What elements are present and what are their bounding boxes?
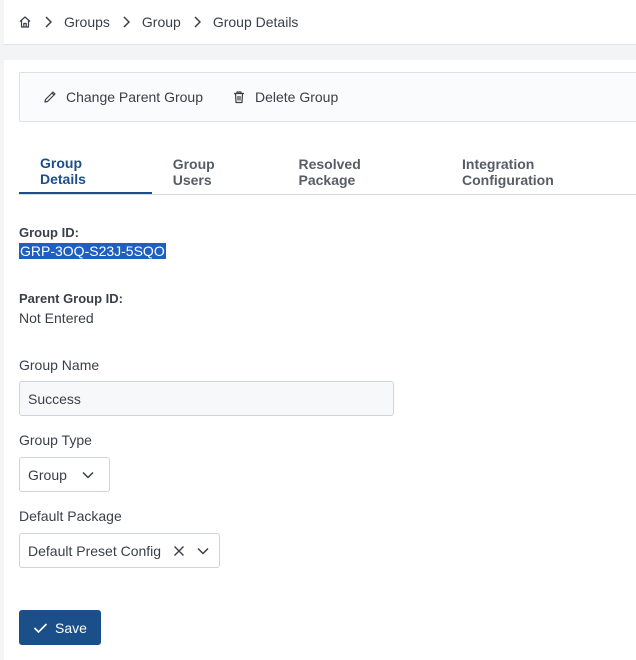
chevron-right-icon [122, 16, 130, 28]
parent-group-id-value: Not Entered [19, 310, 94, 326]
group-id-value: GRP-3OQ-S23J-5SQO [19, 243, 166, 259]
change-parent-group-label: Change Parent Group [66, 89, 203, 105]
tab-bar: Group Details Group Users Resolved Packa… [19, 150, 636, 195]
group-details-panel: Change Parent Group Delete Group Group D… [4, 60, 636, 660]
tab-group-details[interactable]: Group Details [19, 150, 152, 194]
parent-group-id-label: Parent Group ID: [19, 291, 124, 306]
change-parent-group-button[interactable]: Change Parent Group [42, 89, 203, 105]
check-icon [33, 622, 55, 634]
breadcrumb-item-group[interactable]: Group [142, 14, 181, 30]
group-name-label: Group Name [19, 357, 100, 373]
pencil-icon [42, 89, 66, 105]
default-package-value: Default Preset Config [28, 542, 162, 559]
breadcrumb-item-group-details: Group Details [212, 14, 299, 30]
tab-integration-configuration[interactable]: Integration Configuration [441, 150, 636, 194]
group-type-value: Group [28, 466, 67, 483]
tab-group-users[interactable]: Group Users [152, 150, 278, 194]
trash-icon [231, 89, 255, 105]
save-button[interactable]: Save [19, 610, 101, 645]
clear-icon[interactable] [172, 544, 186, 558]
chevron-down-icon [81, 470, 95, 480]
chevron-right-icon [44, 16, 52, 28]
default-package-select[interactable]: Default Preset Config [19, 533, 220, 568]
default-package-label: Default Package [19, 508, 122, 524]
tab-resolved-package[interactable]: Resolved Package [278, 150, 442, 194]
group-id-label: Group ID: [19, 225, 79, 240]
breadcrumb-item-groups[interactable]: Groups [64, 14, 110, 30]
action-toolbar: Change Parent Group Delete Group [19, 72, 636, 122]
group-type-label: Group Type [19, 432, 92, 448]
group-id-text: GRP-3OQ-S23J-5SQO [19, 243, 166, 259]
home-icon[interactable] [18, 15, 32, 29]
chevron-down-icon [196, 546, 210, 556]
delete-group-label: Delete Group [254, 89, 339, 105]
save-label: Save [55, 619, 87, 636]
breadcrumb: Groups Group Group Details [4, 0, 636, 45]
group-name-input[interactable] [19, 381, 394, 416]
group-type-select[interactable]: Group [19, 457, 110, 492]
delete-group-button[interactable]: Delete Group [231, 89, 338, 105]
chevron-right-icon [193, 16, 201, 28]
